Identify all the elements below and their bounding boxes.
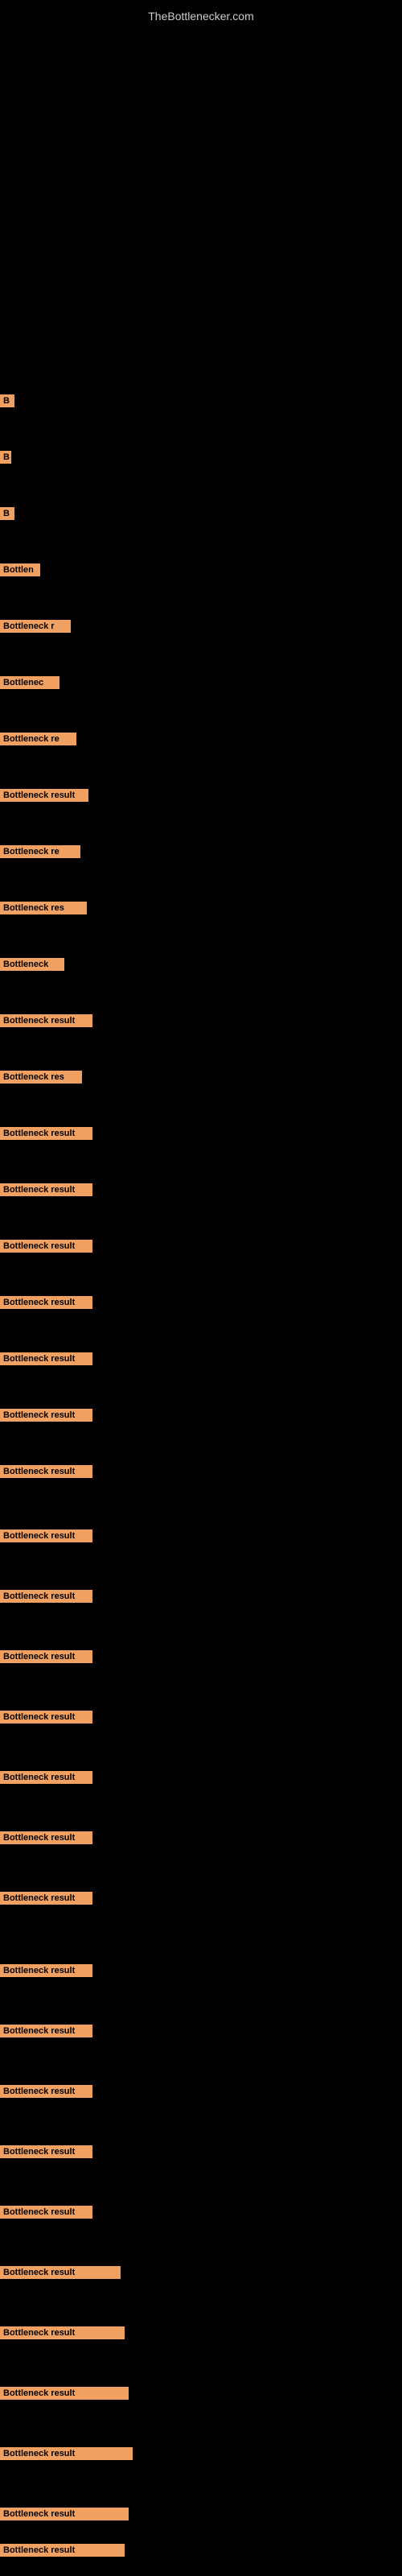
bottleneck-result-bar[interactable]: Bottleneck result [0, 1771, 92, 1784]
bottleneck-result-bar[interactable]: Bottleneck result [0, 1183, 92, 1196]
bottleneck-result-bar[interactable]: Bottleneck result [0, 2085, 92, 2098]
bottleneck-result-bar[interactable]: Bottleneck res [0, 902, 87, 914]
bottleneck-result-bar[interactable]: Bottlenec [0, 676, 59, 689]
bottleneck-result-bar[interactable]: Bottleneck result [0, 2025, 92, 2037]
bottleneck-result-bar[interactable]: Bottleneck result [0, 789, 88, 802]
bottleneck-result-bar[interactable]: Bottleneck result [0, 1590, 92, 1603]
bottleneck-result-bar[interactable]: Bottleneck result [0, 2544, 125, 2557]
bottleneck-result-bar[interactable]: Bottleneck result [0, 1352, 92, 1365]
bottleneck-result-bar[interactable]: Bottleneck result [0, 2145, 92, 2158]
bottleneck-result-bar[interactable]: Bottleneck result [0, 1650, 92, 1663]
bottleneck-result-bar[interactable]: Bottleneck [0, 958, 64, 971]
bottleneck-result-bar[interactable]: Bottleneck result [0, 2326, 125, 2339]
bottleneck-result-bar[interactable]: Bottleneck result [0, 1014, 92, 1027]
bottleneck-result-bar[interactable]: B [0, 451, 11, 464]
bottleneck-result-bar[interactable]: Bottlen [0, 564, 40, 576]
bottleneck-result-bar[interactable]: Bottleneck result [0, 2508, 129, 2520]
bottleneck-result-bar[interactable]: Bottleneck result [0, 1296, 92, 1309]
bottleneck-result-bar[interactable]: Bottleneck re [0, 733, 76, 745]
bottleneck-result-bar[interactable]: Bottleneck result [0, 1530, 92, 1542]
bottleneck-result-bar[interactable]: B [0, 394, 14, 407]
bottleneck-result-bar[interactable]: Bottleneck result [0, 1127, 92, 1140]
bottleneck-result-bar[interactable]: B [0, 507, 14, 520]
bottleneck-result-bar[interactable]: Bottleneck result [0, 2387, 129, 2400]
bottleneck-result-bar[interactable]: Bottleneck result [0, 2206, 92, 2219]
bottleneck-result-bar[interactable]: Bottleneck result [0, 2447, 133, 2460]
bottleneck-result-bar[interactable]: Bottleneck res [0, 1071, 82, 1084]
bottleneck-result-bar[interactable]: Bottleneck result [0, 1465, 92, 1478]
bottleneck-result-bar[interactable]: Bottleneck result [0, 1240, 92, 1253]
site-title: TheBottlenecker.com [0, 3, 402, 29]
bottleneck-result-bar[interactable]: Bottleneck re [0, 845, 80, 858]
bottleneck-result-bar[interactable]: Bottleneck result [0, 1711, 92, 1724]
bottleneck-result-bar[interactable]: Bottleneck result [0, 1409, 92, 1422]
bottleneck-result-bar[interactable]: Bottleneck result [0, 2266, 121, 2279]
bottleneck-result-bar[interactable]: Bottleneck r [0, 620, 71, 633]
bottleneck-result-bar[interactable]: Bottleneck result [0, 1831, 92, 1844]
bottleneck-result-bar[interactable]: Bottleneck result [0, 1964, 92, 1977]
bottleneck-result-bar[interactable]: Bottleneck result [0, 1892, 92, 1905]
